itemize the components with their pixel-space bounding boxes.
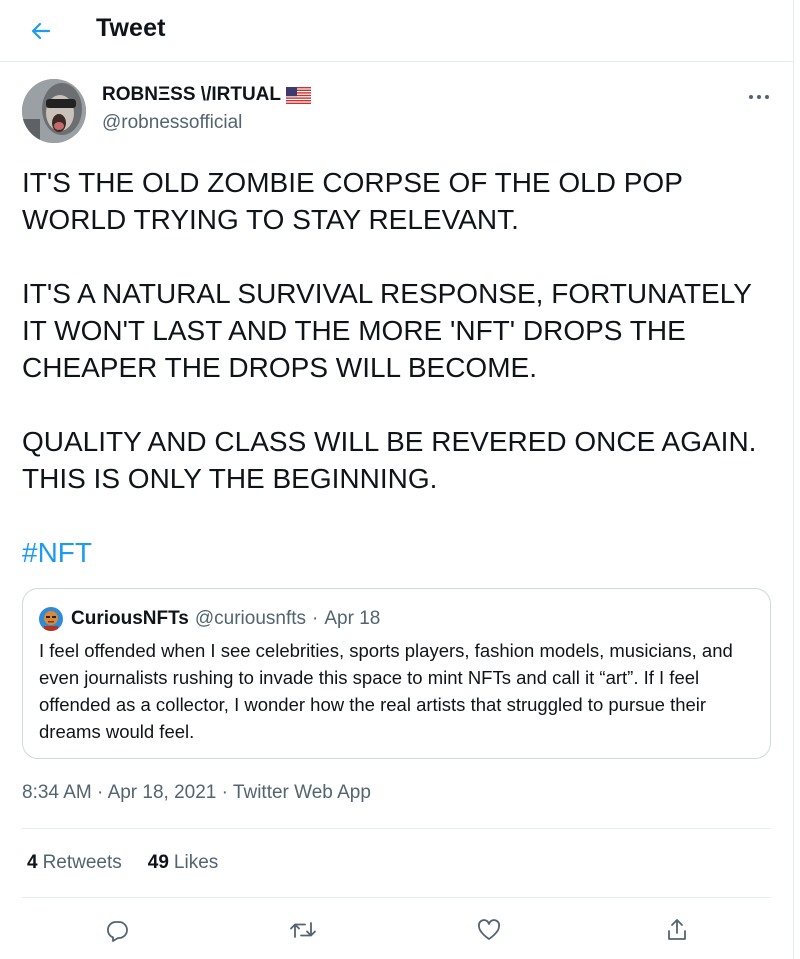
- page-title: Tweet: [96, 14, 166, 42]
- likes-stat[interactable]: 49 Likes: [148, 852, 219, 874]
- like-button[interactable]: [469, 910, 509, 950]
- meta-separator: ·: [216, 782, 233, 803]
- tweet-text: IT'S THE OLD ZOMBIE CORPSE OF THE OLD PO…: [22, 164, 782, 608]
- tweet-stats: 4 Retweets 49 Likes: [27, 852, 218, 874]
- likes-label: Likes: [173, 852, 219, 873]
- tweet-actions: [0, 910, 794, 954]
- quoted-separator: ·: [312, 608, 319, 629]
- share-button[interactable]: [657, 910, 697, 950]
- arrow-left-icon: [31, 22, 51, 40]
- author-name-text: ROBNΞSS \/IRTUAL: [102, 84, 282, 105]
- author-display-name[interactable]: ROBNΞSS \/IRTUAL: [102, 84, 312, 106]
- quoted-tweet-card[interactable]: CuriousNFTs @curiousnfts · Apr 18 I feel…: [22, 588, 771, 759]
- tweet-time[interactable]: 8:34 AM: [22, 782, 92, 803]
- divider: [22, 828, 771, 829]
- retweets-label: Retweets: [42, 852, 122, 873]
- tweet-source: Twitter Web App: [232, 782, 371, 803]
- reply-button[interactable]: [97, 910, 137, 950]
- hashtag-link[interactable]: #NFT: [22, 537, 92, 568]
- likes-count: 49: [147, 852, 169, 873]
- back-button[interactable]: [22, 12, 60, 50]
- tweet-detail-page: Tweet ROBNΞSS \/IRTUAL @robnessofficial: [0, 0, 794, 959]
- more-dots-icon: [749, 95, 769, 99]
- tweet-paragraph: IT'S A NATURAL SURVIVAL RESPONSE, FORTUN…: [22, 278, 752, 383]
- quoted-tweet-header: CuriousNFTs @curiousnfts · Apr 18: [39, 607, 380, 631]
- quoted-author-avatar: [39, 607, 63, 631]
- quoted-author-name: CuriousNFTs: [71, 608, 189, 629]
- quoted-date: Apr 18: [324, 608, 381, 629]
- tweet-meta: 8:34 AM · Apr 18, 2021 · Twitter Web App: [22, 782, 371, 804]
- quoted-author-handle: @curiousnfts: [194, 608, 307, 629]
- quoted-tweet-text: I feel offended when I see celebrities, …: [39, 640, 733, 742]
- page-header: Tweet: [0, 0, 794, 62]
- retweets-stat[interactable]: 4 Retweets: [27, 852, 122, 874]
- tweet-date[interactable]: Apr 18, 2021: [108, 782, 217, 803]
- author-avatar[interactable]: [22, 79, 86, 143]
- more-options-button[interactable]: [744, 82, 774, 112]
- reply-icon: [107, 921, 128, 942]
- retweet-icon: [290, 922, 316, 938]
- like-icon: [477, 919, 501, 940]
- meta-separator: ·: [91, 782, 108, 803]
- us-flag-icon: [286, 86, 312, 104]
- author-handle[interactable]: @robnessofficial: [102, 112, 242, 134]
- tweet-paragraph: QUALITY AND CLASS WILL BE REVERED ONCE A…: [22, 426, 757, 494]
- retweet-button[interactable]: [283, 910, 323, 950]
- retweets-count: 4: [27, 852, 38, 873]
- tweet-paragraph: IT'S THE OLD ZOMBIE CORPSE OF THE OLD PO…: [22, 167, 683, 235]
- divider: [22, 897, 771, 898]
- share-icon: [668, 919, 686, 940]
